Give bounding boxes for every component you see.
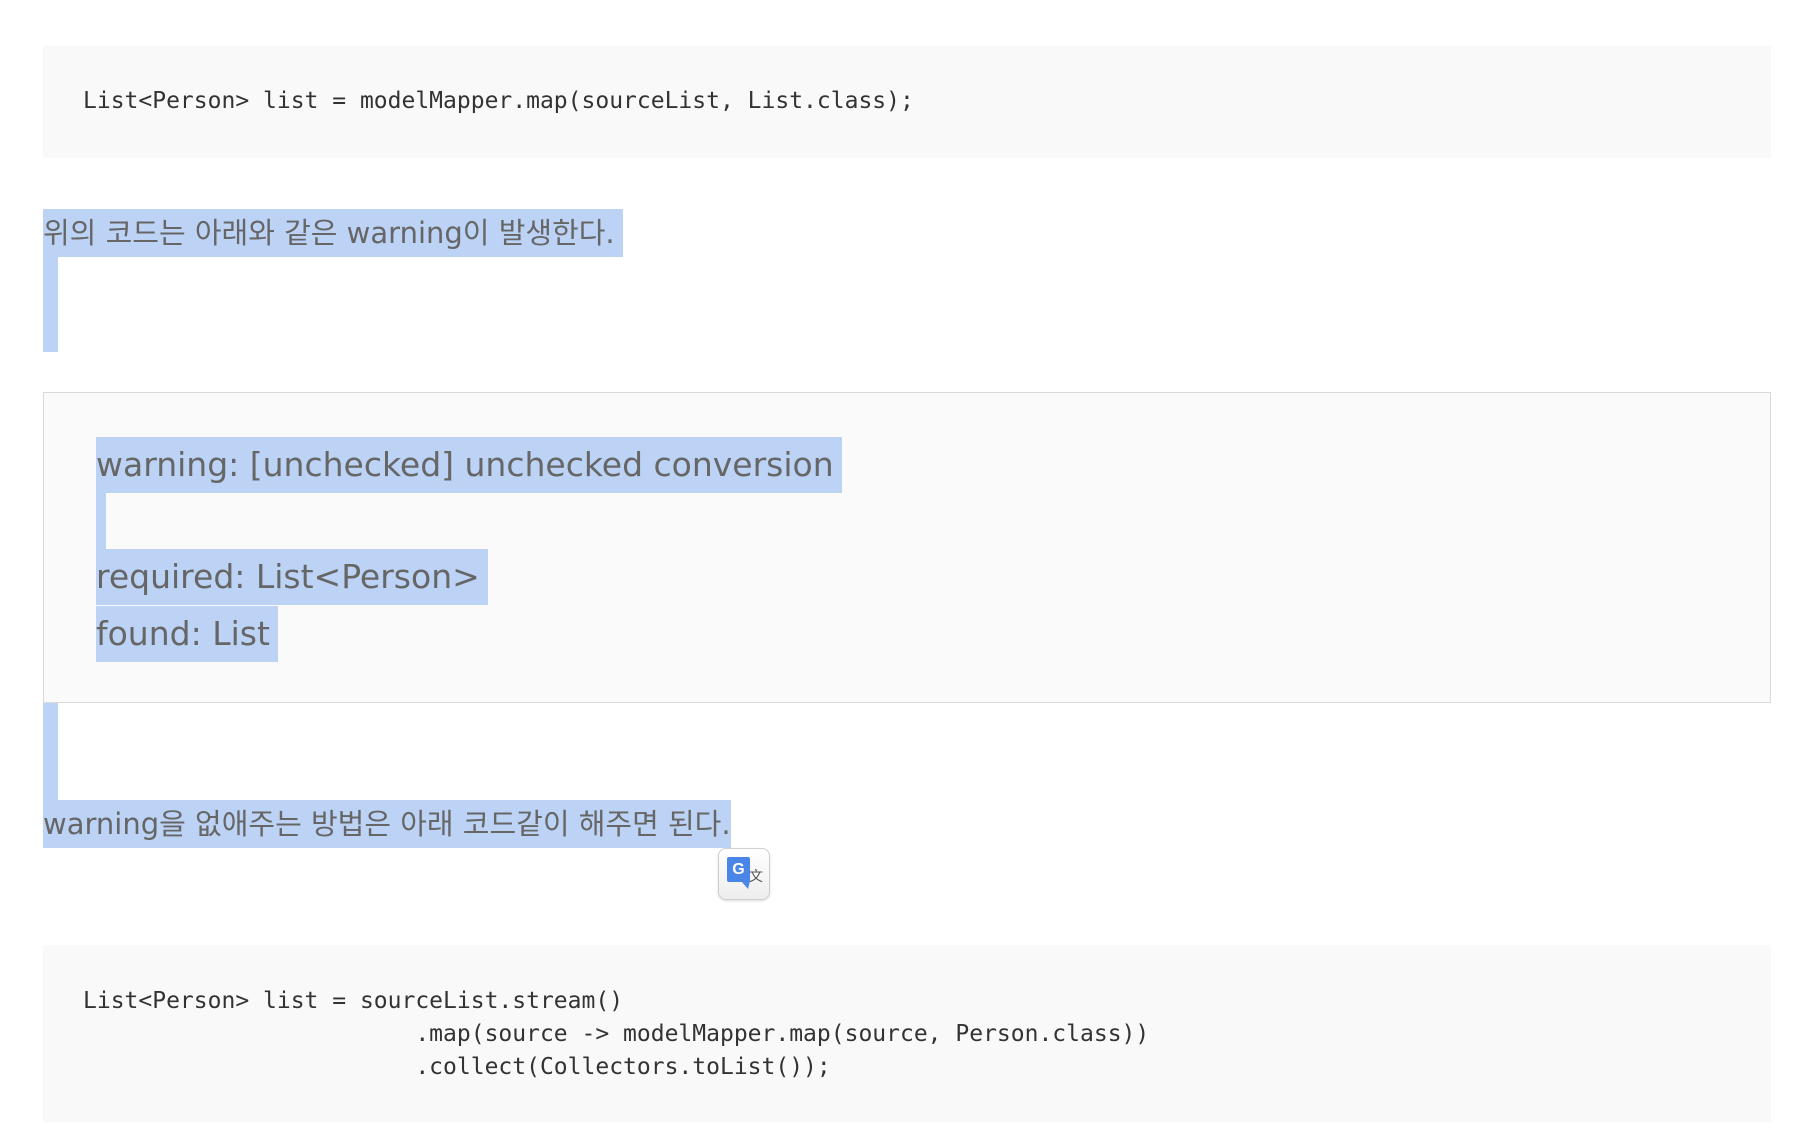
selected-text[interactable]: warning을 없애주는 방법은 아래 코드같이 해주면 된다. xyxy=(43,800,731,848)
code-text[interactable]: List<Person> list = sourceList.stream() … xyxy=(83,985,1771,1084)
paragraph-solution-intro[interactable]: warning을 없애주는 방법은 아래 코드같이 해주면 된다. xyxy=(43,800,731,848)
google-translate-icon: G xyxy=(727,857,750,882)
blog-post-content: List<Person> list = modelMapper.map(sour… xyxy=(0,0,1800,1136)
warning-blockquote[interactable]: warning: [unchecked] unchecked conversio… xyxy=(43,392,1771,703)
warning-line-found[interactable]: found: List xyxy=(96,606,278,662)
selected-text[interactable]: warning: [unchecked] unchecked conversio… xyxy=(96,437,842,493)
paragraph-warning-intro[interactable]: 위의 코드는 아래와 같은 warning이 발생한다. xyxy=(43,209,623,257)
selection-highlight-strip xyxy=(96,493,106,549)
selected-text[interactable]: required: List<Person> xyxy=(96,549,488,605)
selected-text[interactable]: found: List xyxy=(96,606,278,662)
selected-text[interactable]: 위의 코드는 아래와 같은 warning이 발생한다. xyxy=(43,209,623,257)
code-block-modelmapper-map[interactable]: List<Person> list = modelMapper.map(sour… xyxy=(43,46,1771,158)
warning-line-unchecked[interactable]: warning: [unchecked] unchecked conversio… xyxy=(96,437,842,493)
code-text[interactable]: List<Person> list = modelMapper.map(sour… xyxy=(83,85,1771,118)
warning-line-required[interactable]: required: List<Person> xyxy=(96,549,488,605)
chinese-character-icon: 文 xyxy=(749,869,763,885)
code-block-stream-map[interactable]: List<Person> list = sourceList.stream() … xyxy=(43,945,1771,1122)
google-translate-button[interactable]: G 文 xyxy=(718,848,770,900)
selection-highlight-strip xyxy=(43,257,58,352)
selection-highlight-strip xyxy=(43,703,58,800)
